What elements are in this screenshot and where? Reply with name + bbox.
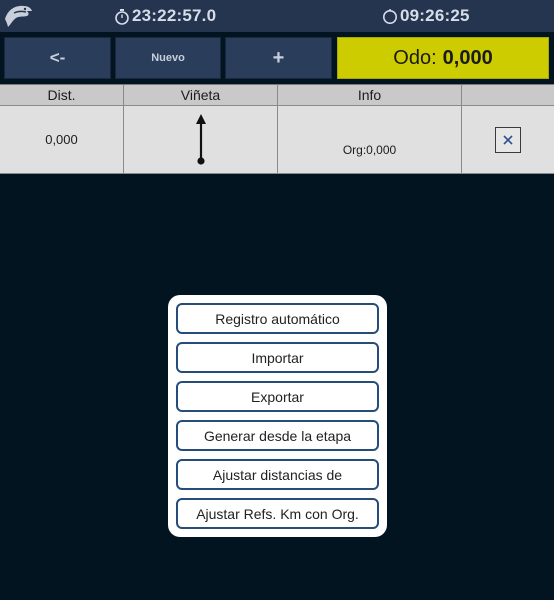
stopwatch-icon	[115, 8, 129, 25]
row-actions	[462, 106, 554, 173]
current-time: 09:26:25	[400, 6, 470, 25]
odometer-value: 0,000	[442, 46, 493, 69]
import-button[interactable]: Importar	[176, 342, 379, 373]
back-button[interactable]: <-	[4, 37, 111, 79]
header-dist: Dist.	[0, 85, 124, 105]
table-header: Dist. Viñeta Info	[0, 84, 554, 105]
export-button[interactable]: Exportar	[176, 381, 379, 412]
row-dist: 0,000	[0, 106, 124, 173]
arrow-up-icon	[195, 113, 206, 165]
header-vineta: Viñeta	[124, 85, 278, 105]
odometer-display[interactable]: Odo: 0,000	[337, 37, 549, 79]
adjust-km-refs-button[interactable]: Ajustar Refs. Km con Org.	[176, 498, 379, 529]
close-icon	[503, 134, 513, 145]
generate-from-stage-button[interactable]: Generar desde la etapa	[176, 420, 379, 451]
status-bar: 23:22:57.0 09:26:25	[0, 0, 554, 32]
delete-row-button[interactable]	[495, 126, 521, 153]
auto-register-button[interactable]: Registro automático	[176, 303, 379, 334]
row-vineta[interactable]	[124, 106, 278, 173]
current-clock: 09:26:25	[382, 0, 470, 32]
new-button[interactable]: Nuevo	[115, 37, 221, 79]
clock-icon	[383, 8, 397, 24]
eagle-logo-icon	[5, 5, 32, 27]
header-info: Info	[278, 85, 462, 105]
row-info: Org:0,000	[278, 106, 462, 173]
add-button[interactable]: +	[225, 37, 332, 79]
header-actions	[462, 85, 554, 105]
options-dialog: Registro automático Importar Exportar Ge…	[168, 295, 387, 537]
adjust-distances-button[interactable]: Ajustar distancias de	[176, 459, 379, 490]
odometer-label: Odo:	[393, 46, 437, 69]
elapsed-time: 23:22:57.0	[132, 6, 217, 25]
elapsed-clock: 23:22:57.0	[114, 0, 216, 32]
roadbook-table: Dist. Viñeta Info 0,000 Org:0,000	[0, 84, 554, 174]
table-row[interactable]: 0,000 Org:0,000	[0, 105, 554, 174]
